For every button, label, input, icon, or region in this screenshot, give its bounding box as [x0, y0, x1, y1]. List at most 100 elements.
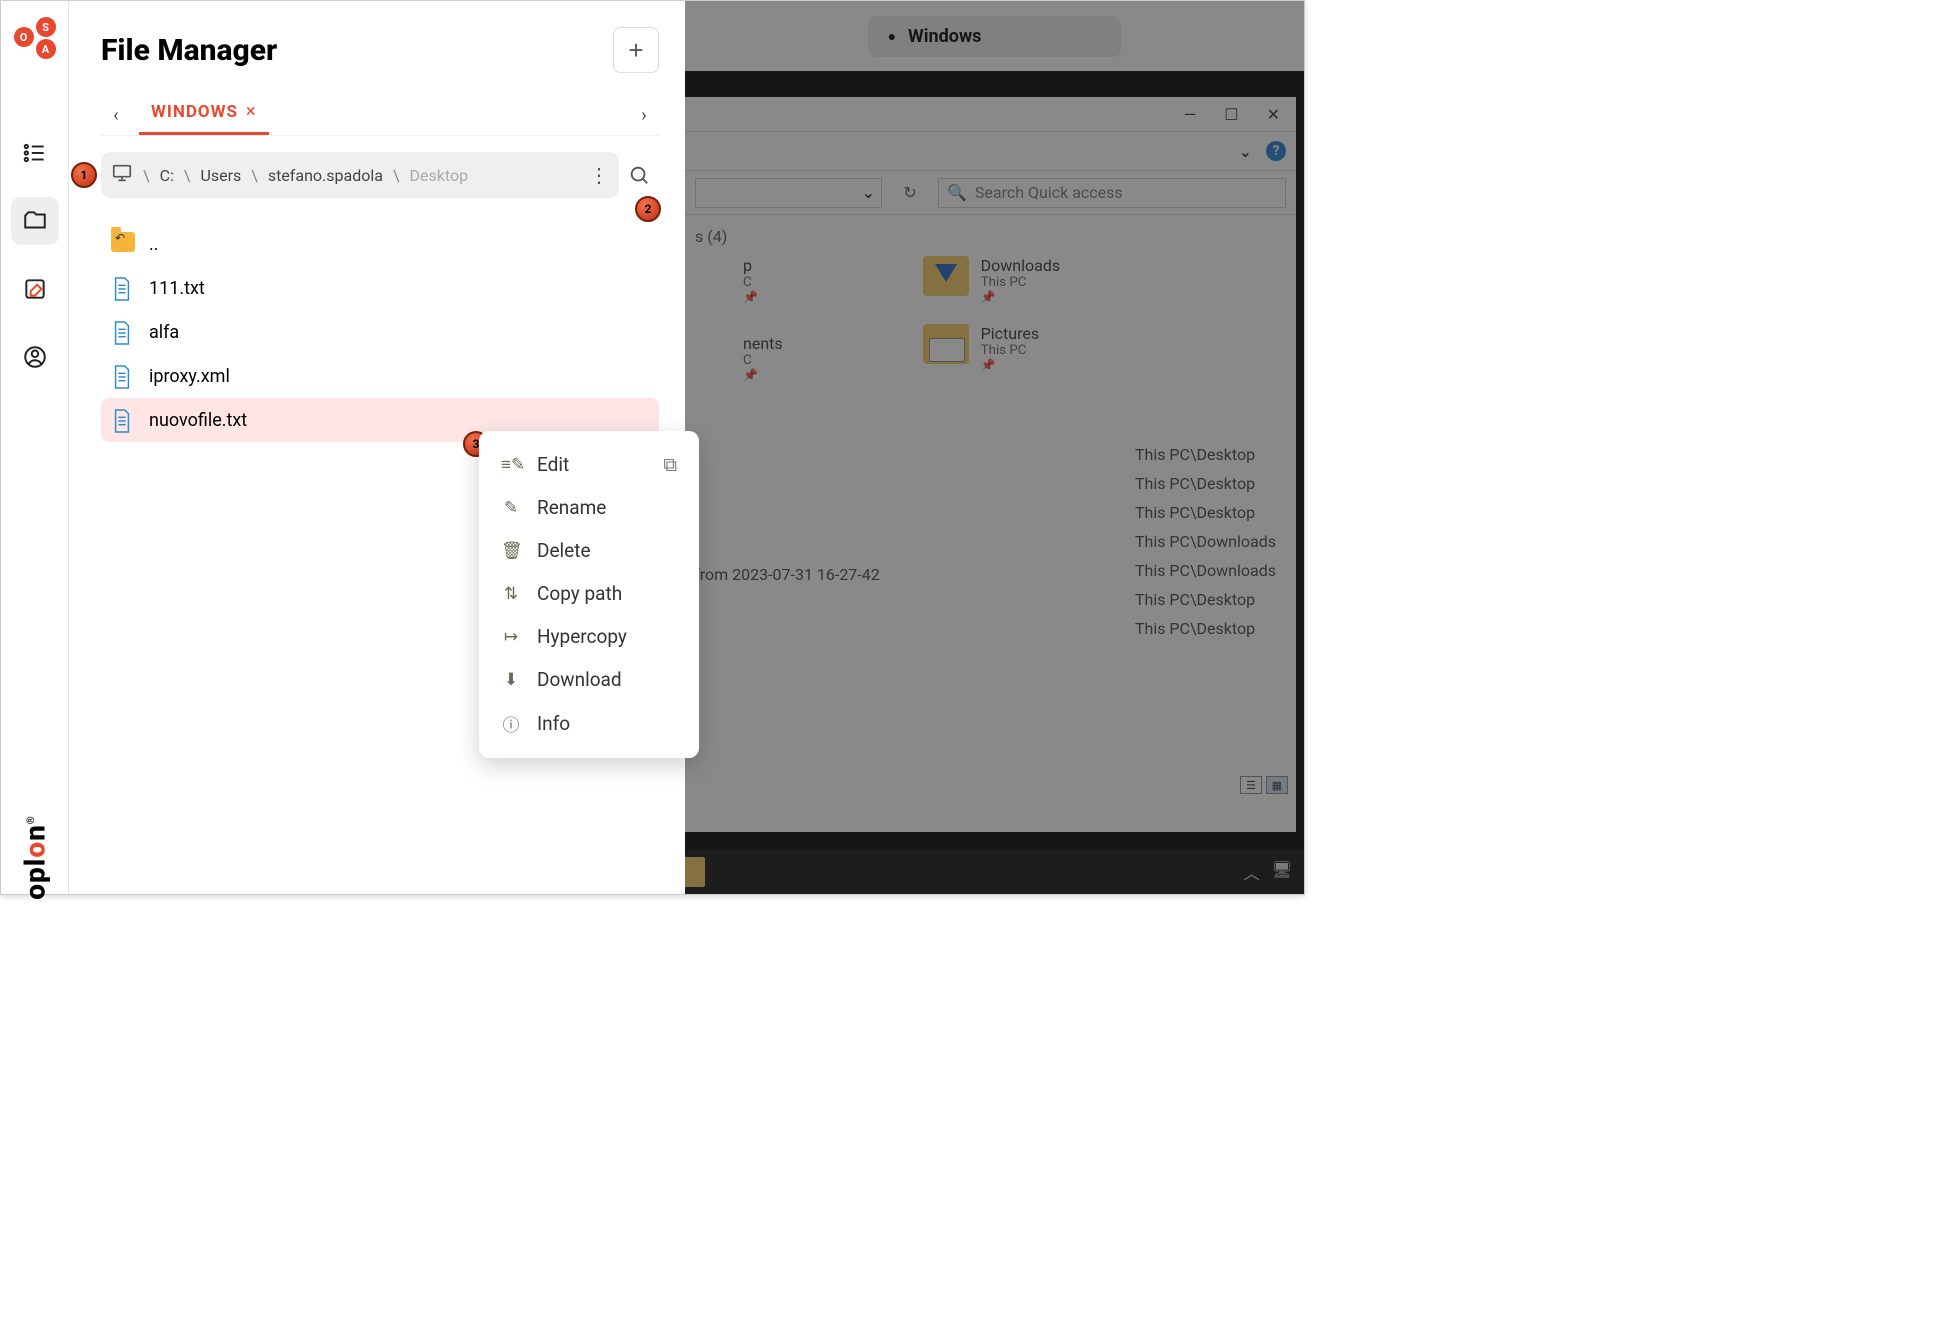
context-menu: ≡✎ Edit ⧉ ✎ Rename 🗑 Delete ⇅ Copy path … — [479, 431, 699, 758]
crumb-desktop[interactable]: Desktop — [410, 166, 469, 185]
add-button[interactable]: + — [613, 27, 659, 73]
pictures-folder-icon — [923, 324, 969, 364]
folder-up-icon — [111, 232, 135, 252]
ctx-rename[interactable]: ✎ Rename — [479, 486, 699, 529]
help-icon[interactable]: ? — [1266, 141, 1286, 161]
qa-item-partial2[interactable]: nents C 📌 — [701, 334, 783, 382]
file-row[interactable]: 111.txt — [101, 266, 659, 310]
nav-folder-icon[interactable] — [11, 197, 59, 245]
windows-explorer: — ☐ ✕ ⌄ ? ⌄ ↻ 🔍 Search Quick access s (4… — [685, 97, 1296, 832]
file-row-up[interactable]: .. — [101, 222, 659, 266]
tab-label: WINDOWS — [151, 102, 238, 122]
close-icon[interactable]: ✕ — [1267, 105, 1280, 124]
crumb-users[interactable]: Users — [200, 166, 241, 185]
remote-tab-windows[interactable]: Windows — [868, 16, 1122, 57]
tabs-row: ‹ WINDOWS × › — [101, 95, 659, 136]
qa-item-pictures[interactable]: Pictures This PC 📌 — [923, 324, 1060, 372]
file-icon — [111, 364, 135, 388]
recent-item[interactable]: This PC\Desktop — [1135, 445, 1276, 464]
maximize-icon[interactable]: ☐ — [1224, 105, 1238, 124]
pin-icon: 📌 — [743, 290, 758, 304]
ctx-delete[interactable]: 🗑 Delete — [479, 529, 699, 572]
ctx-download[interactable]: ⬇ Download — [479, 658, 699, 701]
crumb-user[interactable]: stefano.spadola — [268, 166, 383, 185]
view-tiles-icon[interactable]: ▦ — [1266, 776, 1288, 794]
logo-s: S — [36, 17, 56, 37]
view-details-icon[interactable]: ☰ — [1240, 776, 1262, 794]
qa-item-downloads[interactable]: Downloads This PC 📌 — [923, 256, 1060, 304]
logo-a: A — [36, 39, 56, 59]
recent-item[interactable]: This PC\Desktop — [1135, 474, 1276, 493]
address-dropdown[interactable]: ⌄ — [695, 178, 882, 208]
open-external-icon[interactable]: ⧉ — [663, 453, 677, 476]
recent-item[interactable]: This PC\Desktop — [1135, 619, 1276, 638]
edit-list-icon: ≡✎ — [501, 455, 521, 475]
tab-windows[interactable]: WINDOWS × — [139, 95, 269, 135]
minimize-icon[interactable]: — — [1184, 105, 1197, 124]
item-sub: This PC — [981, 275, 1060, 290]
annotation-badge-2: 2 — [635, 196, 661, 222]
recent-file-partial[interactable]: t from 2023-07-31 16-27-42 — [685, 565, 880, 584]
file-name: 111.txt — [149, 278, 205, 299]
system-tray: ︿ 🖥 — [1244, 860, 1304, 884]
chevron-down-icon: ⌄ — [862, 183, 875, 202]
file-icon — [111, 408, 135, 432]
file-name: iproxy.xml — [149, 366, 230, 387]
taskbar-explorer-icon[interactable] — [685, 857, 705, 887]
info-icon: ⓘ — [501, 711, 521, 736]
item-sub: This PC — [981, 343, 1039, 358]
item-sub: C — [743, 353, 783, 368]
brand-wordmark: oplon® — [18, 815, 51, 900]
file-icon — [111, 276, 135, 300]
tray-network-icon[interactable]: 🖥 — [1272, 860, 1292, 884]
download-icon: ⬇ — [501, 670, 521, 690]
app-sidebar: O S A oplon® — [1, 1, 69, 894]
windows-taskbar: ︿ 🖥 — [685, 850, 1304, 894]
tab-next-chevron-icon[interactable]: › — [629, 105, 659, 126]
folder-count: s (4) — [695, 227, 1280, 246]
nav-edit-icon[interactable] — [11, 265, 59, 313]
item-name: nents — [743, 334, 783, 353]
recent-item[interactable]: This PC\Desktop — [1135, 590, 1276, 609]
ctx-copy-path[interactable]: ⇅ Copy path — [479, 572, 699, 615]
ribbon-chevron-icon[interactable]: ⌄ — [1239, 142, 1252, 161]
explorer-search[interactable]: 🔍 Search Quick access — [938, 178, 1286, 208]
ctx-hypercopy[interactable]: ↦ Hypercopy — [479, 615, 699, 658]
file-row[interactable]: iproxy.xml — [101, 354, 659, 398]
ctx-info[interactable]: ⓘ Info — [479, 701, 699, 746]
recent-item[interactable]: This PC\Downloads — [1135, 532, 1276, 551]
recent-item[interactable]: This PC\Desktop — [1135, 503, 1276, 522]
logo-o: O — [14, 27, 34, 47]
search-icon[interactable] — [619, 164, 659, 186]
qa-item-partial[interactable]: p C 📌 — [701, 256, 783, 304]
crumb-drive[interactable]: C: — [160, 166, 174, 185]
file-icon — [111, 320, 135, 344]
nav-user-icon[interactable] — [11, 333, 59, 381]
search-placeholder: Search Quick access — [975, 183, 1123, 202]
file-list: .. 111.txt alfa iproxy.xml nuovofile.txt — [101, 222, 659, 442]
hypercopy-icon: ↦ — [501, 627, 521, 647]
tab-close-icon[interactable]: × — [246, 101, 257, 122]
item-name: Pictures — [981, 324, 1039, 343]
item-name: Downloads — [981, 256, 1060, 275]
tab-prev-chevron-icon[interactable]: ‹ — [101, 105, 131, 126]
ctx-edit[interactable]: ≡✎ Edit ⧉ — [479, 443, 699, 486]
file-row[interactable]: alfa — [101, 310, 659, 354]
trash-icon: 🗑 — [501, 541, 521, 561]
file-name: alfa — [149, 322, 179, 343]
nav-list-icon[interactable] — [11, 129, 59, 177]
pin-icon: 📌 — [981, 358, 1039, 372]
search-icon: 🔍 — [947, 183, 967, 202]
path-icon: ⇅ — [501, 584, 521, 604]
more-icon[interactable]: ⋮ — [589, 163, 609, 187]
refresh-icon[interactable]: ↻ — [896, 183, 924, 202]
recent-locations: This PC\Desktop This PC\Desktop This PC\… — [1135, 445, 1276, 648]
view-toggle: ☰ ▦ — [1240, 776, 1288, 794]
breadcrumb[interactable]: \ C: \ Users \ stefano.spadola \ Desktop… — [101, 152, 619, 198]
tray-chevron-icon[interactable]: ︿ — [1244, 860, 1260, 884]
recent-item[interactable]: This PC\Downloads — [1135, 561, 1276, 580]
pin-icon: 📌 — [743, 368, 783, 382]
file-name: nuovofile.txt — [149, 410, 247, 431]
monitor-icon — [111, 162, 133, 188]
item-name: p — [743, 256, 758, 275]
